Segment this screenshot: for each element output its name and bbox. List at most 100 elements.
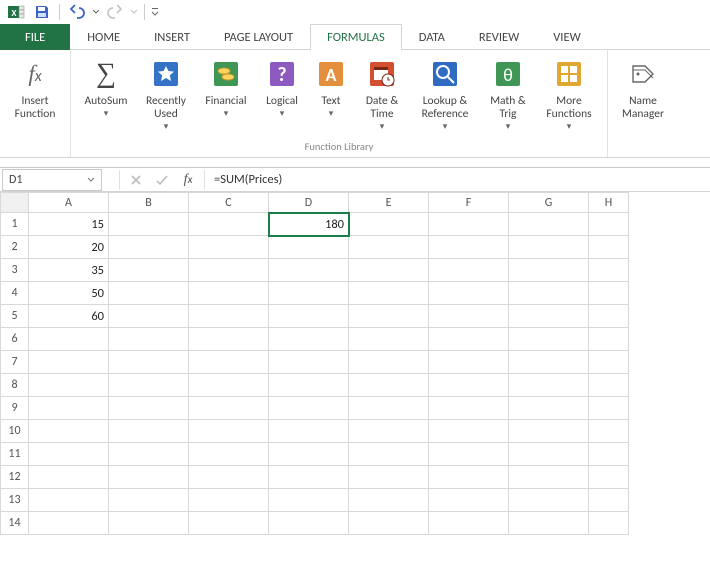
math-trig-button[interactable]: θ Math & Trig ▾	[483, 54, 533, 133]
cell-H7[interactable]	[589, 351, 629, 374]
cell-B3[interactable]	[109, 259, 189, 282]
col-header-D[interactable]: D	[269, 193, 349, 213]
cell-F13[interactable]	[429, 489, 509, 512]
cell-C10[interactable]	[189, 420, 269, 443]
cell-B11[interactable]	[109, 443, 189, 466]
row-header-4[interactable]: 4	[1, 282, 29, 305]
row-header-6[interactable]: 6	[1, 328, 29, 351]
col-header-E[interactable]: E	[349, 193, 429, 213]
cell-G4[interactable]	[509, 282, 589, 305]
cell-E6[interactable]	[349, 328, 429, 351]
cell-A10[interactable]	[29, 420, 109, 443]
cell-D12[interactable]	[269, 466, 349, 489]
row-header-8[interactable]: 8	[1, 374, 29, 397]
cell-C3[interactable]	[189, 259, 269, 282]
select-all-corner[interactable]	[1, 193, 29, 213]
cell-C13[interactable]	[189, 489, 269, 512]
cell-C1[interactable]	[189, 213, 269, 236]
row-header-10[interactable]: 10	[1, 420, 29, 443]
cell-D7[interactable]	[269, 351, 349, 374]
row-header-12[interactable]: 12	[1, 466, 29, 489]
financial-button[interactable]: Financial ▾	[199, 54, 253, 133]
row-header-2[interactable]: 2	[1, 236, 29, 259]
qat-customize-dropdown[interactable]	[150, 7, 160, 17]
date-time-button[interactable]: Date & Time ▾	[357, 54, 407, 133]
col-header-F[interactable]: F	[429, 193, 509, 213]
cell-A11[interactable]	[29, 443, 109, 466]
cell-G3[interactable]	[509, 259, 589, 282]
cell-E11[interactable]	[349, 443, 429, 466]
row-header-3[interactable]: 3	[1, 259, 29, 282]
cell-H1[interactable]	[589, 213, 629, 236]
cell-B12[interactable]	[109, 466, 189, 489]
cell-E8[interactable]	[349, 374, 429, 397]
lookup-reference-button[interactable]: Lookup & Reference ▾	[413, 54, 477, 133]
row-header-1[interactable]: 1	[1, 213, 29, 236]
cell-A1[interactable]: 15	[29, 213, 109, 236]
logical-button[interactable]: ? Logical ▾	[259, 54, 305, 133]
cell-G8[interactable]	[509, 374, 589, 397]
cell-H12[interactable]	[589, 466, 629, 489]
cell-B10[interactable]	[109, 420, 189, 443]
cell-D14[interactable]	[269, 512, 349, 535]
col-header-G[interactable]: G	[509, 193, 589, 213]
cell-C7[interactable]	[189, 351, 269, 374]
tab-data[interactable]: DATA	[402, 24, 462, 50]
cell-B7[interactable]	[109, 351, 189, 374]
cell-C5[interactable]	[189, 305, 269, 328]
row-header-14[interactable]: 14	[1, 512, 29, 535]
cell-G13[interactable]	[509, 489, 589, 512]
col-header-H[interactable]: H	[589, 193, 629, 213]
cell-D9[interactable]	[269, 397, 349, 420]
cell-E1[interactable]	[349, 213, 429, 236]
cell-A14[interactable]	[29, 512, 109, 535]
cell-A13[interactable]	[29, 489, 109, 512]
cell-F5[interactable]	[429, 305, 509, 328]
cell-A2[interactable]: 20	[29, 236, 109, 259]
cell-B8[interactable]	[109, 374, 189, 397]
col-header-B[interactable]: B	[109, 193, 189, 213]
cell-E3[interactable]	[349, 259, 429, 282]
cell-H2[interactable]	[589, 236, 629, 259]
cell-B5[interactable]	[109, 305, 189, 328]
cell-H10[interactable]	[589, 420, 629, 443]
name-manager-button[interactable]: Name Manager	[616, 54, 670, 121]
cell-G9[interactable]	[509, 397, 589, 420]
undo-button[interactable]	[65, 2, 89, 22]
cell-A8[interactable]	[29, 374, 109, 397]
cell-F10[interactable]	[429, 420, 509, 443]
cell-D1[interactable]: 180	[269, 213, 349, 236]
worksheet-grid[interactable]: ABCDEFGH11518022033545056067891011121314	[0, 192, 710, 535]
cell-B1[interactable]	[109, 213, 189, 236]
cell-C14[interactable]	[189, 512, 269, 535]
cell-E4[interactable]	[349, 282, 429, 305]
cell-F6[interactable]	[429, 328, 509, 351]
cancel-formula-button[interactable]	[123, 169, 149, 191]
cell-G10[interactable]	[509, 420, 589, 443]
cell-B9[interactable]	[109, 397, 189, 420]
col-header-C[interactable]: C	[189, 193, 269, 213]
tab-file[interactable]: FILE	[0, 24, 70, 50]
col-header-A[interactable]: A	[29, 193, 109, 213]
cell-H9[interactable]	[589, 397, 629, 420]
cell-F7[interactable]	[429, 351, 509, 374]
row-header-5[interactable]: 5	[1, 305, 29, 328]
cell-H14[interactable]	[589, 512, 629, 535]
cell-A9[interactable]	[29, 397, 109, 420]
text-button[interactable]: A Text ▾	[311, 54, 351, 133]
row-header-13[interactable]: 13	[1, 489, 29, 512]
cell-C8[interactable]	[189, 374, 269, 397]
cell-D4[interactable]	[269, 282, 349, 305]
cell-B13[interactable]	[109, 489, 189, 512]
recently-used-button[interactable]: Recently Used ▾	[139, 54, 193, 133]
tab-review[interactable]: REVIEW	[462, 24, 536, 50]
cell-E9[interactable]	[349, 397, 429, 420]
redo-button[interactable]	[103, 2, 127, 22]
cell-F9[interactable]	[429, 397, 509, 420]
cell-A6[interactable]	[29, 328, 109, 351]
redo-dropdown[interactable]	[129, 8, 139, 16]
cell-E7[interactable]	[349, 351, 429, 374]
cell-C4[interactable]	[189, 282, 269, 305]
enter-formula-button[interactable]	[149, 169, 175, 191]
cell-D3[interactable]	[269, 259, 349, 282]
